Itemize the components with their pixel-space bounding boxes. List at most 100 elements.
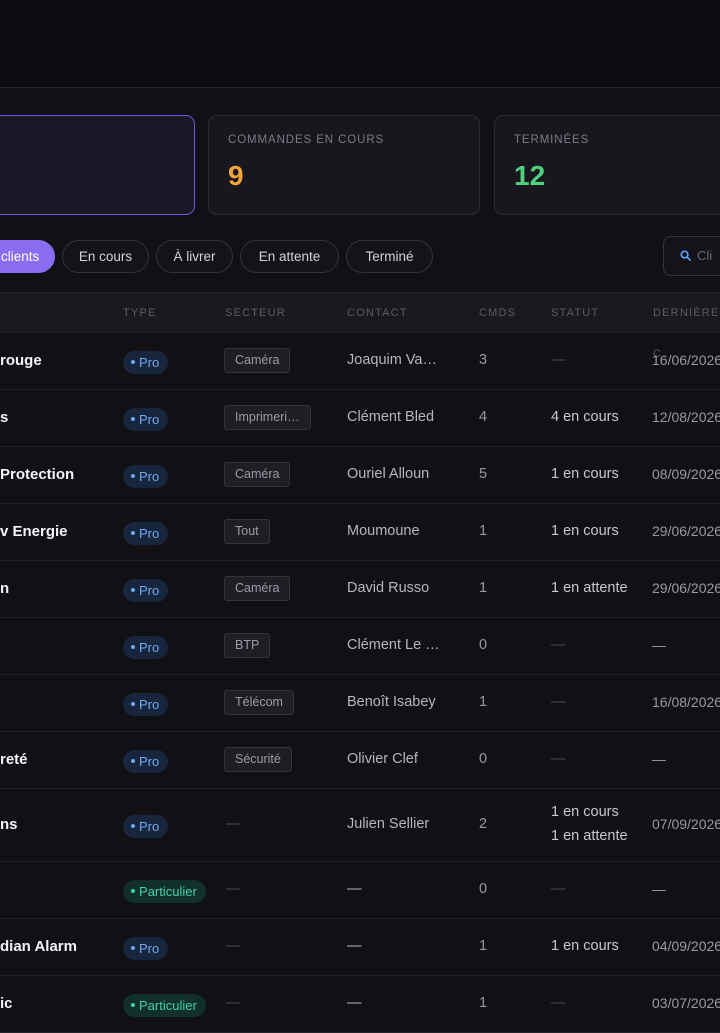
table-row[interactable]: Protection Pro Caméra Ouriel Alloun 5 1 en co…	[0, 447, 720, 504]
type-badge: Particulier	[123, 993, 206, 1017]
cmds-count: 4	[479, 408, 488, 425]
sector-tag: Caméra	[224, 347, 291, 373]
badge-dot-icon	[131, 1002, 135, 1007]
sector-tag: Télécom	[224, 689, 294, 715]
client-name[interactable]: Protection	[0, 466, 74, 483]
type-badge-label: Pro	[139, 354, 160, 370]
table-row[interactable]: Particulier — — 0 — —	[0, 862, 720, 919]
badge-dot-icon	[131, 701, 135, 706]
type-badge-label: Particulier	[139, 997, 197, 1013]
filter-chip-clients[interactable]: clients	[0, 240, 55, 273]
cmds-count: 2	[479, 815, 488, 832]
last-order-date: 08/09/2026	[652, 465, 720, 482]
badge-dot-icon	[131, 758, 135, 763]
table-row[interactable]: ic Particulier — — 1 — 03/07/2026	[0, 976, 720, 1033]
table-row[interactable]: s Pro Imprimeri… Clément Bled 4 4 en cours 12/…	[0, 390, 720, 447]
top-bar	[0, 0, 720, 88]
last-order-date: 04/09/2026	[652, 937, 720, 954]
status-text: —	[551, 750, 566, 767]
type-badge: Pro	[123, 749, 169, 773]
badge-dot-icon	[131, 823, 135, 828]
client-name[interactable]: n	[0, 580, 9, 597]
type-badge: Pro	[123, 578, 169, 602]
type-badge-label: Particulier	[139, 883, 197, 899]
table-row[interactable]: Pro Télécom Benoît Isabey 1 — 16/08/2026	[0, 675, 720, 732]
last-order-date: 07/09/2026	[652, 815, 720, 832]
last-order-date: 29/06/2026	[652, 522, 720, 539]
cmds-count: 0	[479, 750, 488, 767]
header-cmds[interactable]: CMDS	[479, 293, 516, 334]
contact-name: Ouriel Alloun	[347, 465, 430, 482]
status-text: —	[551, 351, 566, 368]
badge-dot-icon	[131, 473, 135, 478]
last-order-date: 12/08/2026	[652, 408, 720, 425]
client-name[interactable]: s	[0, 409, 8, 426]
type-badge-label: Pro	[139, 940, 160, 956]
cmds-count: 1	[479, 522, 488, 539]
badge-dot-icon	[131, 888, 135, 893]
contact-name: —	[347, 880, 362, 897]
status-text: —	[551, 693, 566, 710]
stat-in-progress-label: COMMANDES EN COURS	[228, 134, 385, 146]
sector-tag: Tout	[224, 518, 270, 544]
table-row[interactable]: n Pro Caméra David Russo 1 1 en attente 29/06/…	[0, 561, 720, 618]
cmds-count: 1	[479, 937, 488, 954]
stat-card-done[interactable]: TERMINÉES 12	[494, 115, 720, 215]
header-contact[interactable]: CONTACT	[347, 293, 408, 334]
client-name[interactable]: ns	[0, 816, 18, 833]
table-row[interactable]: v Energie Pro Tout Moumoune 1 1 en cours 29/06…	[0, 504, 720, 561]
type-badge: Pro	[123, 814, 169, 838]
status-text: 1 en cours	[551, 522, 619, 539]
table-row[interactable]: dian Alarm Pro — — 1 1 en cours 04/09/2026	[0, 919, 720, 976]
contact-name: David Russo	[347, 579, 430, 596]
filter-chip-a-livrer[interactable]: À livrer	[156, 240, 233, 273]
status-text: 1 en cours	[551, 465, 619, 482]
search-input[interactable]: Cli	[663, 236, 720, 276]
client-name[interactable]: ic	[0, 995, 13, 1012]
client-name[interactable]: v Energie	[0, 523, 68, 540]
type-badge-label: Pro	[139, 818, 160, 834]
status-text: 1 en attente	[551, 579, 628, 596]
stats-cards: COMMANDES EN COURS 9 TERMINÉES 12	[0, 115, 720, 215]
type-badge-label: Pro	[139, 753, 160, 769]
client-name[interactable]: reté	[0, 751, 28, 768]
contact-name: Clément Le …	[347, 636, 440, 653]
header-type[interactable]: TYPE	[123, 293, 157, 334]
filter-chip-termine[interactable]: Terminé	[346, 240, 433, 273]
status-text: —	[551, 994, 566, 1011]
cmds-count: 0	[479, 636, 488, 653]
type-badge-label: Pro	[139, 639, 160, 655]
client-name[interactable]: rouge	[0, 352, 42, 369]
sector-tag: BTP	[224, 632, 271, 658]
cmds-count: 1	[479, 994, 488, 1011]
status-text: 4 en cours	[551, 408, 619, 425]
contact-name: Clément Bled	[347, 408, 435, 425]
sector-empty: —	[226, 937, 241, 954]
filter-chip-en-cours[interactable]: En cours	[62, 240, 149, 273]
status-text: 1 en attente	[551, 827, 628, 844]
client-name[interactable]: dian Alarm	[0, 938, 77, 955]
type-badge: Pro	[123, 464, 169, 488]
header-statut[interactable]: STATUT	[551, 293, 599, 334]
stat-card-selected[interactable]	[0, 115, 195, 215]
table-row[interactable]: rouge Pro Caméra Joaquim Va… 3 — 16/06/2026	[0, 333, 720, 390]
cmds-count: 1	[479, 579, 488, 596]
contact-name: —	[347, 994, 362, 1011]
contact-name: Julien Sellier	[347, 815, 430, 832]
table-row[interactable]: reté Pro Sécurité Olivier Clef 0 — —	[0, 732, 720, 789]
last-order-date: 03/07/2026	[652, 994, 720, 1011]
stat-done-label: TERMINÉES	[514, 134, 590, 146]
stat-card-in-progress[interactable]: COMMANDES EN COURS 9	[208, 115, 480, 215]
table-row[interactable]: Pro BTP Clément Le … 0 — —	[0, 618, 720, 675]
type-badge: Pro	[123, 692, 169, 716]
cmds-count: 5	[479, 465, 488, 482]
last-order-date: 16/06/2026	[652, 351, 720, 368]
header-secteur[interactable]: SECTEUR	[225, 293, 286, 334]
type-badge: Pro	[123, 521, 169, 545]
filter-chip-en-attente[interactable]: En attente	[240, 240, 339, 273]
sector-empty: —	[226, 994, 241, 1011]
type-badge-label: Pro	[139, 525, 160, 541]
sector-empty: —	[226, 880, 241, 897]
stat-in-progress-value: 9	[228, 160, 244, 191]
table-row[interactable]: ns Pro — Julien Sellier 2 1 en cours 1 en atte…	[0, 789, 720, 862]
